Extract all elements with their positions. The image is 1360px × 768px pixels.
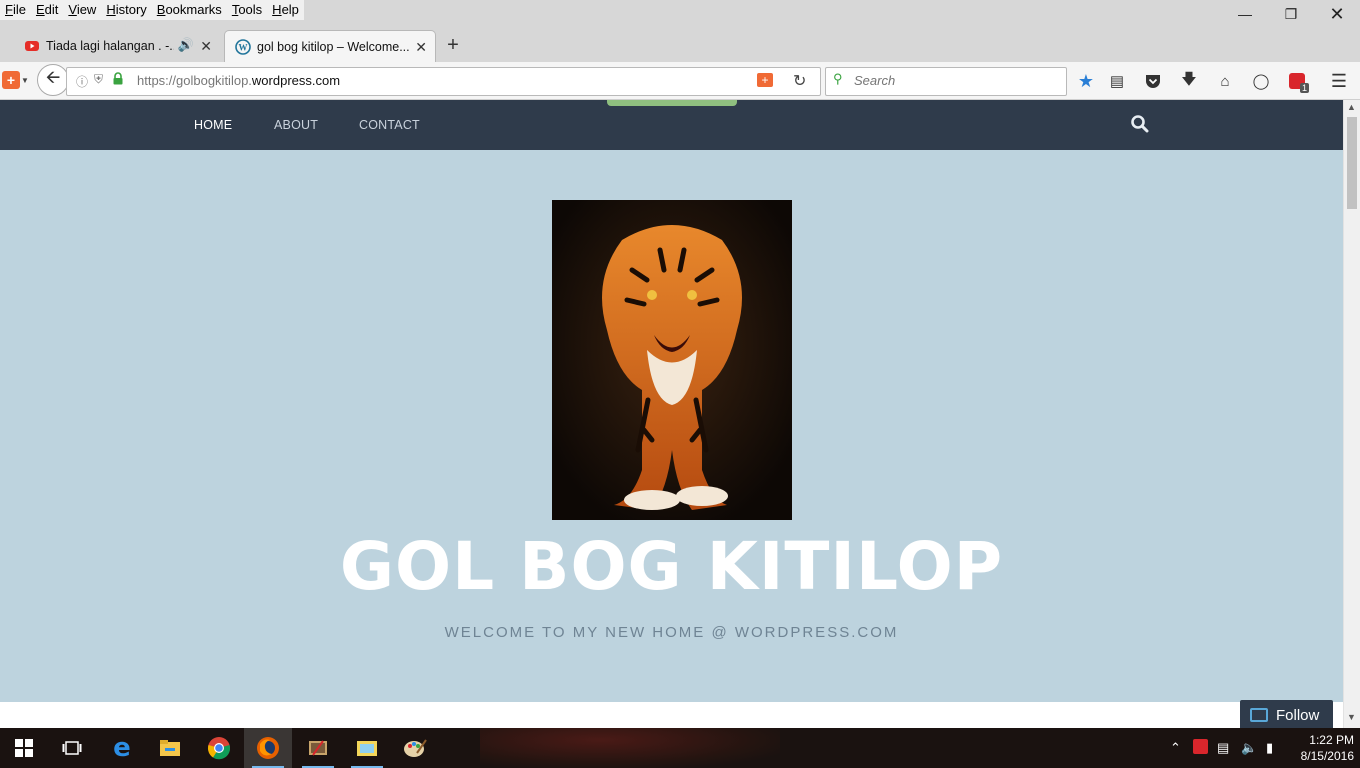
site-description: WELCOME TO MY NEW HOME @ WORDPRESS.COM xyxy=(444,624,899,641)
bookmark-star-icon[interactable]: ★ xyxy=(1076,71,1096,91)
nav-about[interactable]: ABOUT xyxy=(274,118,318,132)
new-tab-button[interactable]: + xyxy=(442,34,464,58)
edge-icon: e xyxy=(113,733,131,763)
antivirus-icon[interactable]: 1 xyxy=(1287,71,1309,93)
taskbar-chrome[interactable] xyxy=(195,728,243,768)
admin-bar-tab[interactable] xyxy=(607,100,737,106)
follow-icon xyxy=(1250,708,1268,722)
youtube-icon xyxy=(25,41,39,51)
scroll-up-icon[interactable]: ▲ xyxy=(1347,102,1356,112)
start-button[interactable] xyxy=(0,728,48,768)
task-view-icon xyxy=(62,741,82,755)
addon-button[interactable]: + xyxy=(2,71,20,89)
scroll-down-icon[interactable]: ▼ xyxy=(1347,712,1356,722)
menu-file[interactable]: File xyxy=(0,0,31,20)
network-icon[interactable]: ▤ xyxy=(1217,740,1229,756)
follow-label: Follow xyxy=(1276,706,1320,724)
chevron-down-icon[interactable]: ▼ xyxy=(21,76,29,85)
documents-app-icon xyxy=(357,741,377,756)
scrollbar-thumb[interactable] xyxy=(1347,117,1357,209)
back-arrow-icon: 🡨 xyxy=(45,67,61,87)
site-header-nav: HOME ABOUT CONTACT xyxy=(0,100,1343,150)
taskbar-paint[interactable] xyxy=(391,728,439,768)
close-tab-icon[interactable]: ✕ xyxy=(200,38,212,55)
search-engine-icon[interactable]: ⚲ xyxy=(833,71,843,87)
windows-icon xyxy=(15,739,33,757)
url-bar[interactable]: ⓘ ⛨ https://golbogkitilop.wordpress.com … xyxy=(66,67,821,96)
tab-wordpress[interactable]: W gol bog kitilop – Welcome... ✕ xyxy=(224,30,436,62)
plus-icon: + xyxy=(6,72,16,88)
plus-icon: + xyxy=(447,34,459,56)
taskbar-firefox[interactable] xyxy=(244,728,292,768)
wordpress-icon: W xyxy=(235,38,251,55)
content-area xyxy=(0,702,1343,728)
tab-title: gol bog kitilop – Welcome... xyxy=(257,39,409,54)
menu-edit[interactable]: Edit xyxy=(31,0,63,20)
show-hidden-icons-chevron-icon[interactable]: ⌃ xyxy=(1170,740,1181,756)
site-logo-image xyxy=(552,200,792,520)
nav-contact[interactable]: CONTACT xyxy=(359,118,420,132)
windows-taskbar: e ⌃ ▤ 🔈 1:22 PM 8/15/2016 ▮ xyxy=(0,728,1360,768)
taskbar-app-documents[interactable] xyxy=(343,728,391,768)
back-button[interactable]: 🡨 xyxy=(37,64,69,96)
taskbar-file-explorer[interactable] xyxy=(146,728,194,768)
search-input[interactable] xyxy=(852,72,1056,89)
chrome-icon xyxy=(207,737,231,760)
close-tab-icon[interactable]: ✕ xyxy=(415,39,427,56)
volume-icon[interactable]: 🔈 xyxy=(1241,740,1257,756)
search-icon[interactable] xyxy=(1130,114,1150,139)
follow-button[interactable]: Follow xyxy=(1240,700,1333,730)
paint-palette-icon xyxy=(404,739,427,757)
menu-help[interactable]: Help xyxy=(267,0,304,20)
svg-text:W: W xyxy=(239,42,248,52)
page-scrollbar[interactable]: ▲ ▼ xyxy=(1343,100,1360,728)
bookmarks-list-icon[interactable]: ▤ xyxy=(1107,71,1127,91)
taskbar-app-editor[interactable] xyxy=(294,728,342,768)
reload-icon[interactable]: ↻ xyxy=(793,71,806,91)
download-icon[interactable]: 🡇 xyxy=(1179,71,1199,91)
home-icon[interactable]: ⌂ xyxy=(1215,71,1235,91)
menu-view[interactable]: View xyxy=(63,0,101,20)
chat-icon[interactable]: ◯ xyxy=(1251,71,1271,91)
editor-app-icon xyxy=(309,740,327,756)
info-icon[interactable]: ⓘ xyxy=(76,73,88,90)
taskbar-edge[interactable]: e xyxy=(98,728,146,768)
site-title[interactable]: GOL BOG KITILOP xyxy=(0,528,1343,605)
menu-bookmarks[interactable]: Bookmarks xyxy=(152,0,227,20)
clock-date: 8/15/2016 xyxy=(1300,749,1354,763)
search-bar[interactable]: ⚲ xyxy=(825,67,1067,96)
menu-history[interactable]: History xyxy=(101,0,151,20)
navigation-toolbar: + ▼ 🡨 ⓘ ⛨ https://golbogkitilop.wordpres… xyxy=(0,62,1360,100)
menu-tools[interactable]: Tools xyxy=(227,0,267,20)
speaker-icon[interactable]: 🔊 xyxy=(178,37,194,53)
task-view-button[interactable] xyxy=(48,728,96,768)
tab-youtube[interactable]: Tiada lagi halangan . -... 🔊 ✕ xyxy=(14,30,220,62)
antivirus-tray-icon[interactable] xyxy=(1193,739,1208,757)
menu-bar: File Edit View History Bookmarks Tools H… xyxy=(0,0,1360,24)
lock-icon[interactable] xyxy=(113,72,123,85)
nav-home[interactable]: HOME xyxy=(194,118,232,132)
clock-time: 1:22 PM xyxy=(1309,733,1354,747)
menu-hamburger-icon[interactable]: ☰ xyxy=(1329,71,1349,91)
page-action-icon[interactable]: + xyxy=(757,73,773,87)
tab-title: Tiada lagi halangan . -... xyxy=(46,39,174,53)
firefox-icon xyxy=(257,737,279,759)
folder-icon xyxy=(160,740,180,756)
shield-icon[interactable]: ⛨ xyxy=(94,72,103,87)
clock[interactable]: 1:22 PM 8/15/2016 xyxy=(1284,732,1354,764)
badge-count: 1 xyxy=(1299,83,1309,93)
action-center-icon[interactable]: ▮ xyxy=(1266,740,1273,756)
url-text: https://golbogkitilop.wordpress.com xyxy=(137,73,341,88)
pocket-icon[interactable] xyxy=(1143,71,1163,91)
